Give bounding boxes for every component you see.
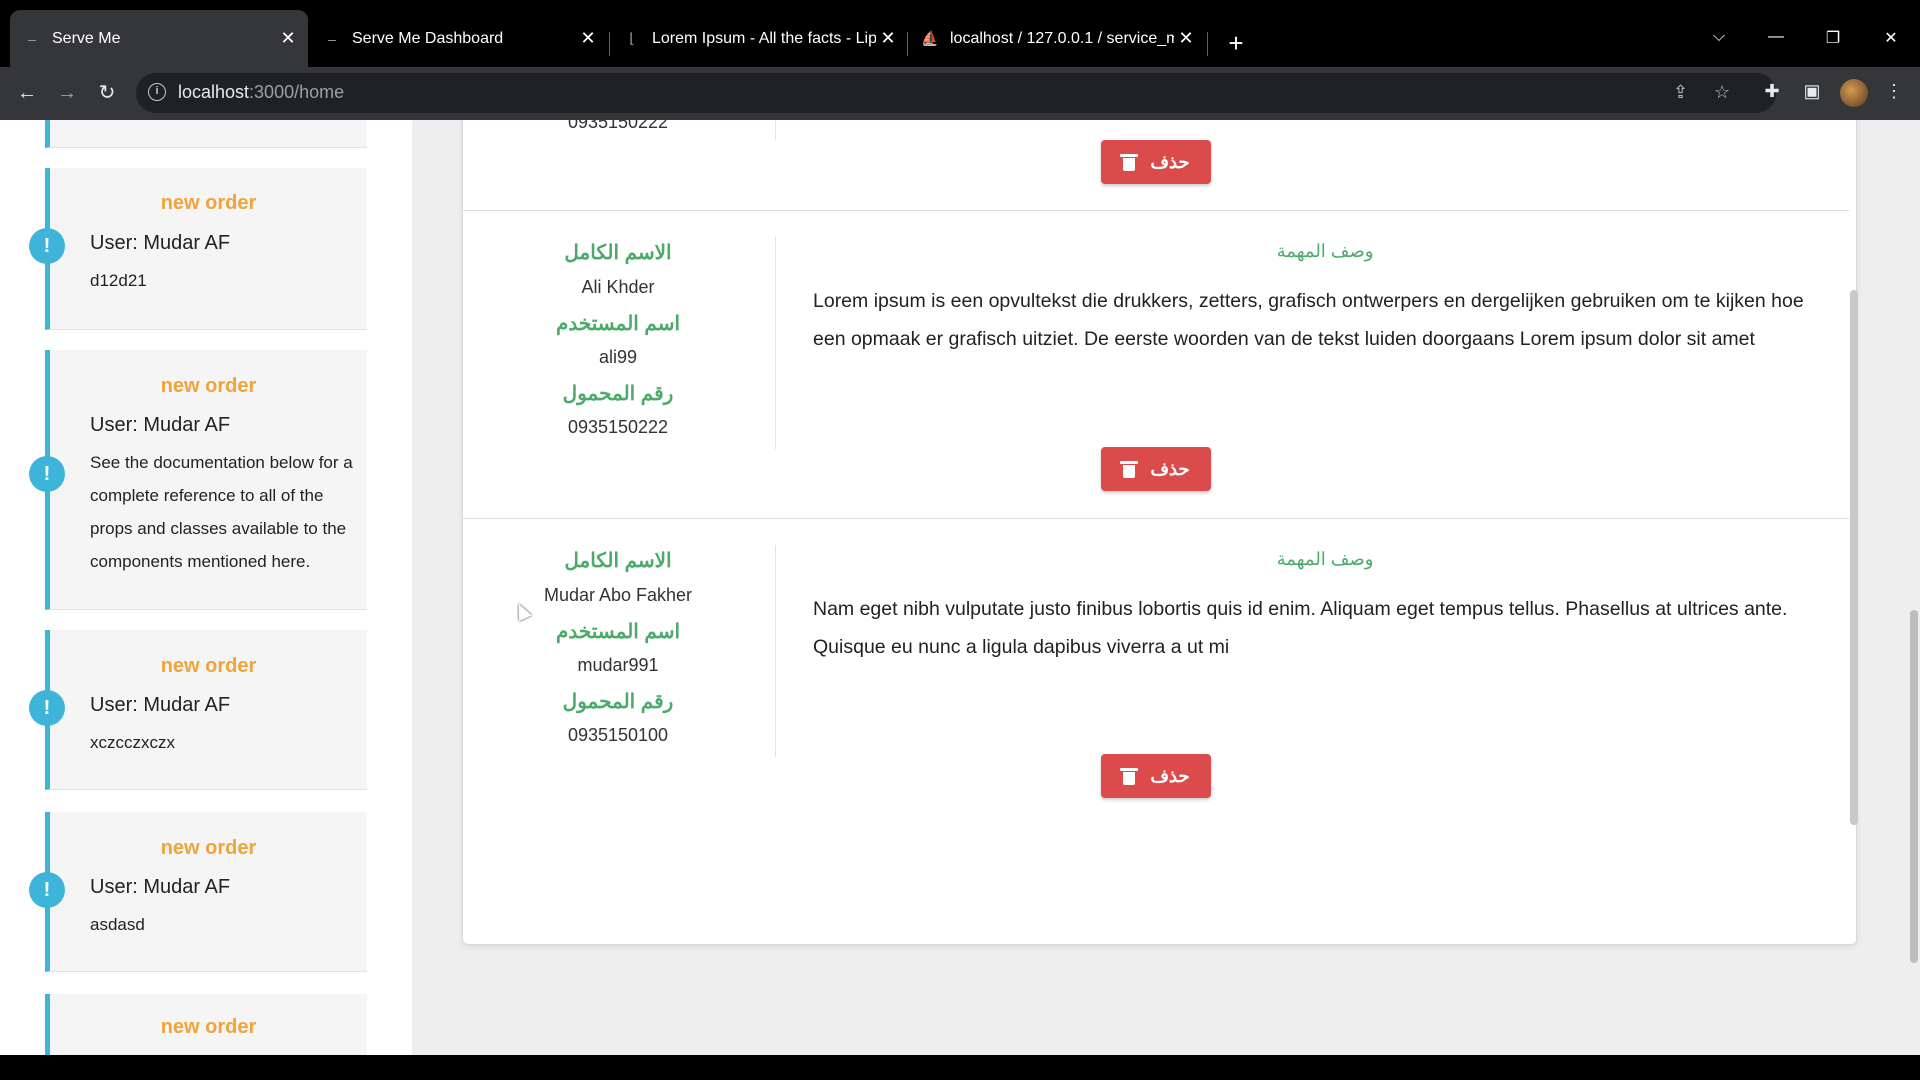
delete-button[interactable]: حذف [1101,754,1211,798]
notification-title: new order [160,655,257,677]
notifications-sidebar: new order User: Mudar AF d12d21 ! new or… [0,120,412,1055]
close-icon[interactable]: ✕ [876,27,900,51]
forward-arrow-icon[interactable]: → [55,81,79,105]
close-icon[interactable]: ✕ [576,27,600,51]
row-divider [462,518,1849,519]
browser-toolbar: ← → ↻ i localhost:3000/home ⇪ ☆ ✚ ▣ ⋮ [0,67,1920,120]
menu-kebab-icon[interactable]: ⋮ [1882,81,1906,102]
delete-label: حذف [1150,765,1190,786]
full-name-value: Ali Khder [581,277,655,297]
phone-value: 0935150222 [567,120,669,132]
column-divider [775,545,776,757]
notification-title: new order [160,1016,257,1038]
notification-message: xczcczxczx [90,733,175,752]
task-description-label: وصف المهمة [1276,549,1374,569]
column-divider [775,237,776,449]
close-icon[interactable]: ✕ [276,27,300,51]
alert-badge-icon: ! [29,228,65,264]
task-description: Lorem ipsum is een opvultekst die drukke… [813,290,1804,350]
notification-card[interactable]: new order User: Mudar AF asdasd [45,812,367,972]
notification-message: See the documentation below for a comple… [90,453,353,571]
restore-icon[interactable]: ❐ [1821,28,1845,48]
tab-lorem-ipsum[interactable]: ⌊ Lorem Ipsum - All the facts - Lip ✕ [610,10,908,67]
username-value: ali99 [598,347,638,367]
notification-title: new order [160,192,257,214]
tab-title: Lorem Ipsum - All the facts - Lip [652,29,876,47]
share-icon[interactable]: ⇪ [1673,82,1688,103]
column-divider [775,120,776,140]
lipsum-icon: ⌊ [629,30,635,46]
trash-icon [1120,460,1139,478]
notification-user: User: Mudar AF [90,232,231,254]
url-path: :3000/home [249,82,345,102]
profile-avatar[interactable] [1840,79,1868,107]
bookmark-star-icon[interactable]: ☆ [1714,82,1730,103]
url-host: localhost [178,82,250,102]
full-name-label: الاسم الكامل [564,242,672,264]
alert-badge-icon: ! [29,872,65,908]
tab-strip: – Serve Me ✕ – Serve Me Dashboard ✕ ⌊ Lo… [0,0,1920,67]
notification-user: User: Mudar AF [90,414,231,436]
tab-title: localhost / 127.0.0.1 / service_m [950,29,1174,47]
task-description-label: وصف المهمة [1276,241,1374,261]
window-close-icon[interactable]: ✕ [1879,28,1903,48]
notification-title: new order [160,375,257,397]
notification-card[interactable]: new order User: Mudar AF See the documen… [45,350,367,610]
row-divider [462,210,1849,211]
side-panel-icon[interactable]: ▣ [1800,81,1824,102]
phone-value: 0935150222 [567,417,669,437]
extensions-puzzle-icon[interactable]: ✚ [1760,81,1784,102]
delete-button[interactable]: حذف [1101,447,1211,491]
delete-button[interactable]: حذف [1101,140,1211,184]
task-description: Nam eget nibh vulputate justo finibus lo… [813,598,1788,658]
notification-title: new order [160,837,257,859]
site-info-icon[interactable]: i [148,83,166,101]
username-value: mudar991 [577,655,659,675]
new-tab-icon[interactable]: + [1222,30,1250,56]
address-bar[interactable]: i localhost:3000/home ⇪ ☆ [136,73,1776,113]
tab-serve-me-dashboard[interactable]: – Serve Me Dashboard ✕ [310,10,608,67]
notification-card-partial [45,120,367,148]
phone-label: رقم المحمول [562,383,674,405]
tab-search-chevron-icon[interactable]: ⌵ [1707,28,1731,46]
trash-icon [1120,153,1139,171]
trash-icon [1120,767,1139,785]
delete-label: حذف [1150,151,1190,172]
url-text[interactable]: localhost:3000/home [178,82,344,103]
page-scrollbar[interactable] [1910,610,1918,963]
alert-badge-icon: ! [29,690,65,726]
full-name-value: Mudar Abo Fakher [543,585,693,605]
notification-card[interactable]: new order [45,994,367,1055]
notification-message: d12d21 [90,271,147,290]
tab-separator [1207,32,1208,56]
bottom-bar [0,1055,1920,1080]
card-scrollbar[interactable] [1850,290,1858,825]
notification-user: User: Mudar AF [90,876,231,898]
tab-phpmyadmin[interactable]: ⛵ localhost / 127.0.0.1 / service_m ✕ [908,10,1206,67]
notification-card[interactable]: new order User: Mudar AF xczcczxczx [45,630,367,790]
minimize-icon[interactable]: — [1764,28,1788,46]
notification-message: asdasd [90,915,145,934]
tab-title: Serve Me Dashboard [352,29,504,47]
page-viewport: new order User: Mudar AF d12d21 ! new or… [0,120,1920,1055]
loading-dash-icon: – [328,30,336,47]
delete-label: حذف [1150,458,1190,479]
phpmyadmin-icon: ⛵ [921,30,939,46]
back-arrow-icon[interactable]: ← [15,81,39,105]
phone-value: 0935150100 [567,725,669,745]
full-name-label: الاسم الكامل [564,550,672,572]
tab-serve-me[interactable]: – Serve Me ✕ [10,10,308,67]
loading-dash-icon: – [28,30,36,47]
tab-title: Serve Me [52,29,121,47]
username-label: اسم المستخدم [555,621,681,643]
username-label: اسم المستخدم [555,313,681,335]
alert-badge-icon: ! [29,456,65,492]
phone-label: رقم المحمول [562,691,674,713]
close-icon[interactable]: ✕ [1174,27,1198,51]
notification-card[interactable]: new order User: Mudar AF d12d21 [45,168,367,330]
reload-icon[interactable]: ↻ [95,81,119,105]
notification-user: User: Mudar AF [90,694,231,716]
